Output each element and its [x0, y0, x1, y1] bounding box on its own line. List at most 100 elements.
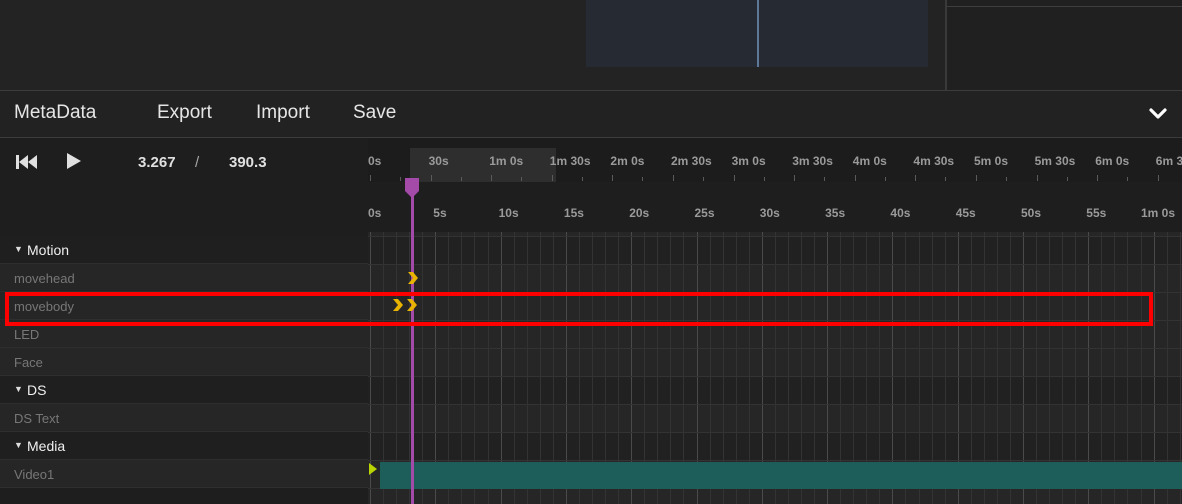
menu-export[interactable]: Export [157, 102, 212, 124]
zoom-tick-label: 55s [1086, 206, 1107, 220]
clip-start-marker-icon[interactable] [368, 462, 378, 476]
chevron-down-icon[interactable] [1148, 106, 1168, 122]
overview-tick [673, 175, 674, 181]
overview-minor-tick [1066, 177, 1068, 181]
overview-minor-tick [1127, 177, 1129, 181]
zoom-tick-label: 15s [563, 206, 584, 220]
video-clip[interactable] [380, 462, 1182, 489]
zoom-tick-label: 30s [759, 206, 780, 220]
track-video1[interactable]: Video1 [0, 460, 368, 488]
expand-triangle-icon[interactable]: ▼ [14, 244, 23, 254]
overview-minor-tick [581, 177, 583, 181]
track-list: ▼ Motion movehead movebody LED Face ▼ DS… [0, 236, 368, 504]
grid-row-divider [368, 348, 1182, 349]
overview-tick-label: 1m 0s [489, 154, 524, 168]
overview-tick [1036, 175, 1038, 181]
track-label: LED [14, 327, 40, 342]
overview-tick-label: 30s [428, 154, 449, 168]
zoom-tick-label: 40s [890, 206, 911, 220]
grid-row-divider [368, 460, 1182, 461]
zoom-tick-label: 20s [629, 206, 650, 220]
expand-triangle-icon[interactable]: ▼ [14, 384, 23, 394]
overview-tick [1157, 175, 1159, 181]
overview-tick-label: 0s [368, 154, 382, 168]
overview-minor-tick [763, 177, 765, 181]
overview-tick-label: 4m 30s [913, 154, 955, 168]
grid-row-divider [368, 264, 1182, 265]
track-group-label: Motion [27, 242, 70, 258]
overview-tick [1097, 175, 1099, 181]
overview-tick-label: 6m 0s [1095, 154, 1130, 168]
zoom-tick-label: 45s [955, 206, 976, 220]
zoom-tick-label: 10s [498, 206, 519, 220]
overview-tick-label: 5m 30s [1034, 154, 1076, 168]
overview-tick [854, 175, 856, 181]
zoom-ruler[interactable]: 0s 5s 10s 15s 20s 25s 30s 35s 40s 45s 50s 55s 1m 0s [368, 194, 1182, 232]
overview-tick-label: 6m 30s [1155, 154, 1182, 168]
zoom-tick-label: 25s [694, 206, 715, 220]
overview-minor-tick [460, 177, 462, 181]
menu-save[interactable]: Save [353, 102, 396, 124]
overview-tick-label: 1m 30s [549, 154, 591, 168]
playhead-handle[interactable] [404, 178, 420, 198]
overview-tick-label: 4m 0s [852, 154, 887, 168]
track-group-motion[interactable]: ▼ Motion [0, 236, 368, 264]
zoom-tick-label: 35s [825, 206, 846, 220]
track-group-label: Media [27, 438, 66, 454]
track-label: Face [14, 355, 43, 370]
grid-row-divider [368, 404, 1182, 405]
menu-metadata[interactable]: MetaData [14, 102, 96, 124]
preview-area [0, 0, 1182, 90]
menubar: MetaData Export Import Save [0, 90, 1182, 138]
playhead[interactable] [411, 188, 414, 504]
overview-minor-tick [824, 177, 826, 181]
track-group-media[interactable]: ▼ Media [0, 432, 368, 460]
track-label: movehead [14, 271, 75, 286]
overview-tick [370, 175, 371, 181]
overview-ruler[interactable]: 0s 30s 1m 0s 1m 30s 2m 0s 2m 30s 3m 0s 3m 30s 4m… [368, 138, 1182, 182]
grid-row-divider [368, 376, 1182, 377]
highlight-box [5, 292, 1153, 326]
overview-minor-tick [642, 177, 644, 181]
zoom-tick-label: 5s [433, 206, 447, 220]
keyframe-marker-icon[interactable] [407, 271, 419, 285]
overview-tick [976, 175, 977, 181]
current-time: 3.267 [138, 154, 176, 171]
menu-import[interactable]: Import [256, 102, 310, 124]
expand-triangle-icon[interactable]: ▼ [14, 440, 23, 450]
overview-tick [915, 175, 917, 181]
overview-tick [612, 175, 614, 181]
track-face[interactable]: Face [0, 348, 368, 376]
side-panel [945, 0, 1182, 90]
overview-minor-tick [1006, 177, 1007, 181]
preview-divider [757, 0, 759, 67]
overview-tick-label: 2m 30s [671, 154, 712, 168]
grid-row-divider [368, 236, 1182, 237]
timeline-grid[interactable] [368, 232, 1182, 504]
track-group-ds[interactable]: ▼ DS [0, 376, 368, 404]
track-group-label: DS [27, 382, 47, 398]
time-separator: / [195, 154, 200, 171]
track-label: Video1 [14, 467, 55, 482]
overview-tick [430, 175, 432, 181]
track-ds-text[interactable]: DS Text [0, 404, 368, 432]
track-label: DS Text [14, 411, 60, 426]
zoom-tick-label: 1m 0s [1141, 206, 1176, 220]
zoom-tick-label: 0s [368, 206, 382, 220]
zoom-tick-label: 50s [1021, 206, 1042, 220]
grid-row-divider [368, 432, 1182, 433]
overview-tick-label: 3m 0s [731, 154, 766, 168]
overview-minor-tick [400, 177, 401, 181]
overview-minor-tick [703, 177, 704, 181]
overview-minor-tick [521, 177, 523, 181]
overview-minor-tick [884, 177, 886, 181]
skip-to-start-icon[interactable] [15, 154, 39, 170]
track-movehead[interactable]: movehead [0, 264, 368, 292]
play-icon[interactable] [66, 152, 82, 170]
transport-bar: 3.267 / 390.3 [0, 138, 368, 194]
overview-tick [794, 175, 796, 181]
overview-tick [491, 175, 493, 181]
overview-tick-label: 3m 30s [792, 154, 833, 168]
overview-minor-tick [945, 177, 947, 181]
overview-tick-label: 2m 0s [610, 154, 645, 168]
